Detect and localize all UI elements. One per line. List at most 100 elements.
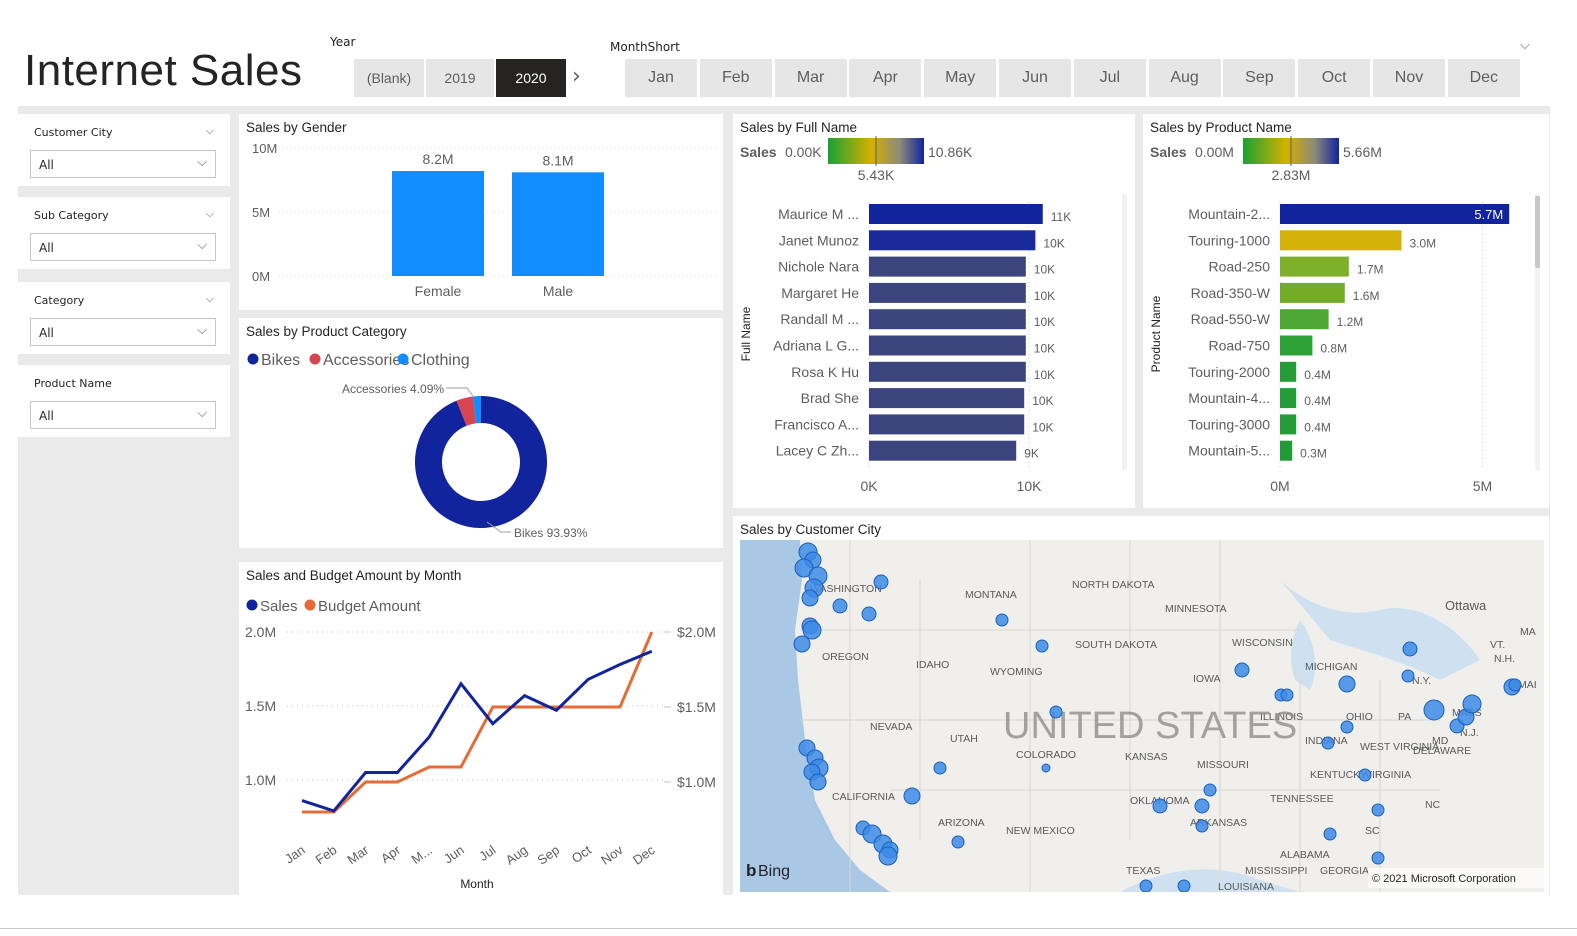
data-label: 10K <box>1034 263 1055 277</box>
x-tick-label: Apr <box>378 842 404 866</box>
x-tick-label: 5M <box>1473 478 1492 494</box>
copyright-text: © 2021 Microsoft Corporation <box>1372 873 1516 885</box>
collapse-icon[interactable]: ⌵ <box>206 292 214 306</box>
city-bubble <box>1508 678 1522 692</box>
bar <box>1280 309 1329 330</box>
month-slicer-label: MonthShort <box>610 40 680 54</box>
state-label: MA <box>1520 626 1536 638</box>
city-bubble <box>1401 669 1415 683</box>
category-label: Road-250 <box>1209 259 1271 275</box>
leader-line <box>446 387 474 397</box>
bar <box>1280 282 1345 303</box>
legend-label: Sales <box>260 598 298 615</box>
x-tick-label: Aug <box>503 842 531 868</box>
chevron-right-icon[interactable]: › <box>572 64 581 89</box>
x-tick-label: 0K <box>860 478 878 494</box>
city-bubble <box>1280 688 1294 702</box>
color-legend-label: Sales <box>1150 144 1187 160</box>
filter-dropdown[interactable]: All ⌵ <box>30 233 216 261</box>
collapse-icon[interactable]: ⌵ <box>206 207 214 221</box>
state-label: TEXAS <box>1126 865 1160 877</box>
x-tick-label: Sep <box>535 842 563 868</box>
country-label: UNITED STATES <box>1003 705 1297 747</box>
state-label: MICHIGAN <box>1305 661 1358 673</box>
category-label: Touring-2000 <box>1188 364 1270 380</box>
month-option-aug[interactable]: Aug <box>1148 59 1221 97</box>
x-tick-label: Jul <box>476 842 498 864</box>
filter-dropdown[interactable]: All ⌵ <box>30 318 216 346</box>
y-axis-title: Full Name <box>739 306 753 361</box>
city-bubble <box>1203 783 1217 797</box>
data-label: 0.4M <box>1304 368 1331 382</box>
month-option-nov[interactable]: Nov <box>1373 59 1445 97</box>
state-label: NEW MEXICO <box>1006 825 1075 837</box>
chevron-down-icon[interactable]: ⌵ <box>1520 38 1530 53</box>
month-option-dec[interactable]: Dec <box>1447 59 1520 97</box>
data-label: 0.8M <box>1320 342 1347 356</box>
month-option-jul[interactable]: Jul <box>1073 59 1146 97</box>
city-bubble <box>1234 662 1250 678</box>
state-label: MD <box>1432 735 1449 747</box>
filter-label: Customer City <box>34 126 113 139</box>
data-label: 0.3M <box>1300 447 1327 461</box>
bar <box>1280 361 1297 382</box>
year-option-2019[interactable]: 2019 <box>426 59 494 97</box>
year-option-blank[interactable]: (Blank) <box>354 59 424 97</box>
filter-category: Category ⌵ All ⌵ <box>18 282 230 354</box>
collapse-icon[interactable]: ⌵ <box>206 124 214 138</box>
product-bar-chart: Sales 0.00M 5.66M 2.83M Product Name 0M 5M Moun… <box>1149 136 1540 494</box>
bar <box>869 388 1025 409</box>
city-bubble <box>903 787 921 805</box>
month-option-oct[interactable]: Oct <box>1298 59 1371 97</box>
month-option-apr[interactable]: Apr <box>849 59 922 97</box>
city-bubble <box>832 598 848 614</box>
state-label: KANSAS <box>1125 751 1168 763</box>
state-label: ALABAMA <box>1280 849 1330 861</box>
month-option-feb[interactable]: Feb <box>699 59 772 97</box>
legend-marker <box>304 599 316 611</box>
y-tick-label-right: $2.0M <box>677 624 716 640</box>
customer-city-map[interactable]: WASHINGTON MONTANANORTH DAKOTAMINNESOTAOR… <box>740 540 1544 892</box>
city-bubble <box>793 635 811 653</box>
data-label: 0.4M <box>1304 394 1331 408</box>
category-chart-card: Sales by Product Category Bikes Accessori… <box>239 318 723 548</box>
x-tick-label: 10K <box>1017 478 1043 494</box>
x-tick-label: 0M <box>1270 478 1289 494</box>
chart-title: Sales by Customer City <box>740 522 882 537</box>
month-option-jan[interactable]: Jan <box>625 59 697 97</box>
x-tick-label: Oct <box>569 842 594 866</box>
category-label: Adriana L G... <box>773 338 859 354</box>
state-label: OREGON <box>822 651 869 663</box>
month-option-jun[interactable]: Jun <box>999 59 1071 97</box>
month-option-may[interactable]: May <box>924 59 997 97</box>
category-label: Road-550-W <box>1191 311 1271 327</box>
legend-label: Budget Amount <box>318 598 421 615</box>
city-bubble <box>1371 803 1385 817</box>
year-option-2020[interactable]: 2020 <box>496 59 566 97</box>
bar <box>869 256 1026 277</box>
slice-bikes <box>414 396 547 528</box>
city-bubble <box>809 773 827 791</box>
category-label: Touring-1000 <box>1188 232 1270 248</box>
bar <box>1280 256 1349 277</box>
state-label: NC <box>1425 799 1441 811</box>
legend-label: Accessories <box>323 352 409 369</box>
filter-dropdown[interactable]: All ⌵ <box>30 150 216 178</box>
state-label: MINNESOTA <box>1165 603 1227 615</box>
state-label: MONTANA <box>965 589 1017 601</box>
filter-dropdown[interactable]: All ⌵ <box>30 401 216 429</box>
legend-marker <box>247 353 259 365</box>
state-label: SC <box>1365 825 1380 837</box>
filter-label: Category <box>34 294 85 307</box>
month-option-sep[interactable]: Sep <box>1223 59 1296 97</box>
state-label: WISCONSIN <box>1232 637 1293 649</box>
category-label: Margaret He <box>781 285 859 301</box>
city-bubble <box>1358 768 1372 782</box>
city-bubble <box>933 761 947 775</box>
month-option-mar[interactable]: Mar <box>774 59 847 97</box>
state-label: MISSISSIPPI <box>1245 865 1307 877</box>
y-tick-label-right: $1.0M <box>677 774 716 790</box>
city-bubble <box>1049 705 1063 719</box>
state-label: N.Y. <box>1412 675 1431 687</box>
data-label: 1.6M <box>1353 289 1380 303</box>
